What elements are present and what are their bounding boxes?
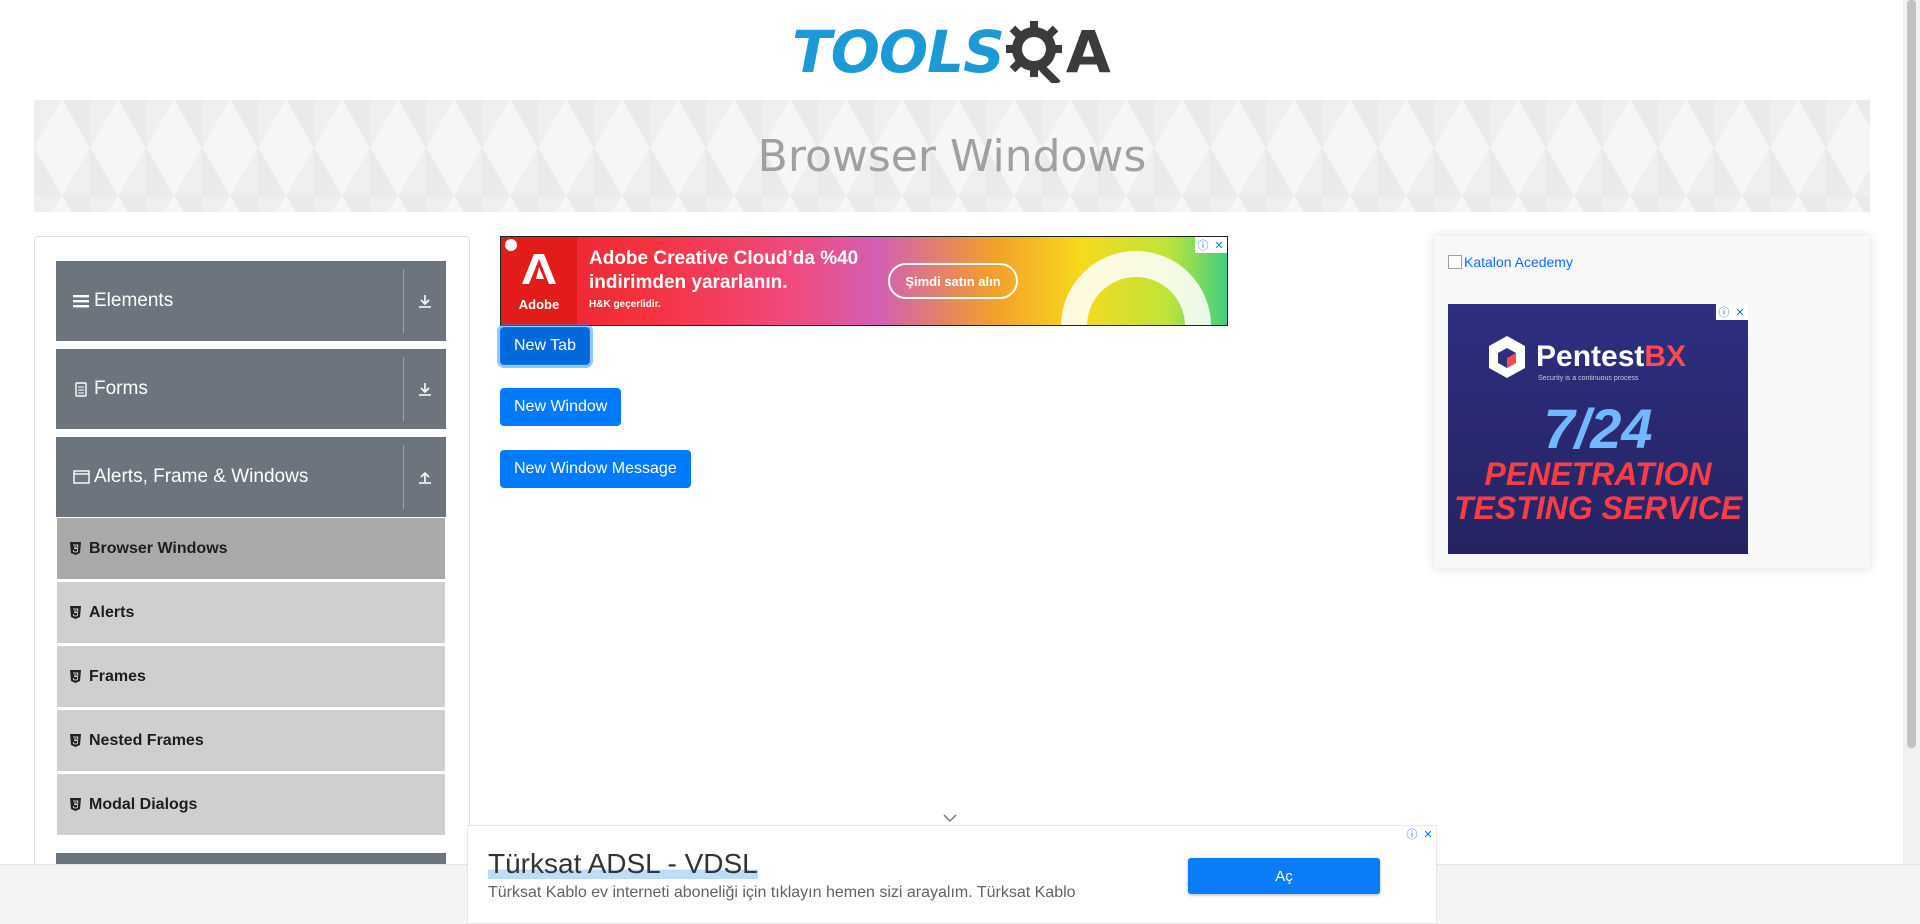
turksat-open-button[interactable]: Aç bbox=[1188, 858, 1380, 894]
turksat-ad-title: Türksat ADSL - VDSL bbox=[488, 848, 758, 880]
html5-icon bbox=[70, 542, 81, 555]
toolsqa-logo[interactable]: TOOLS A bbox=[792, 14, 1114, 90]
sidebar-group-label: Alerts, Frame & Windows bbox=[94, 466, 309, 487]
upload-arrow-icon[interactable] bbox=[404, 437, 446, 517]
ad-headline: Adobe Creative Cloud’da %40 indirimden y… bbox=[589, 247, 858, 295]
ad-controls: ⓘ ✕ bbox=[1404, 826, 1436, 842]
new-tab-button[interactable]: New Tab bbox=[500, 327, 590, 365]
adobe-a-icon bbox=[522, 253, 556, 291]
turksat-ad-description: Türksat Kablo ev interneti aboneliği içi… bbox=[488, 884, 1076, 901]
sidebar-group-label: Forms bbox=[94, 378, 148, 399]
sidebar-item-label: Modal Dialogs bbox=[89, 795, 198, 813]
gear-magnifier-icon bbox=[1005, 21, 1068, 87]
turksat-ad[interactable]: Türksat ADSL - VDSL Türksat Kablo ev int… bbox=[467, 825, 1437, 924]
sidebar-group-elements[interactable]: Elements bbox=[56, 261, 446, 341]
sidebar-item-modal-dialogs[interactable]: Modal Dialogs bbox=[57, 774, 445, 836]
ad-close-icon[interactable]: ✕ bbox=[1732, 304, 1748, 320]
pentest-big-text: 7/24 bbox=[1543, 397, 1653, 460]
ad-controls: ⓘ ✕ bbox=[1195, 237, 1227, 253]
html5-icon bbox=[70, 606, 81, 619]
html5-icon bbox=[70, 734, 81, 747]
sidebar-item-label: Nested Frames bbox=[89, 731, 204, 749]
new-window-message-button[interactable]: New Window Message bbox=[500, 450, 691, 488]
html5-icon bbox=[70, 798, 81, 811]
sidebar-group-alerts-frame-windows[interactable]: Alerts, Frame & Windows bbox=[56, 437, 446, 517]
pentest-tagline: Security is a continuous process bbox=[1538, 375, 1639, 382]
download-arrow-icon[interactable] bbox=[404, 261, 446, 341]
ad-info-icon[interactable]: ⓘ bbox=[1716, 304, 1732, 320]
sidebar-group-label: Elements bbox=[94, 290, 174, 311]
ad-close-icon[interactable]: ✕ bbox=[1211, 237, 1227, 253]
ad-disclaimer: H&K geçerlidir. bbox=[589, 299, 661, 310]
sidebar-item-alerts[interactable]: Alerts bbox=[57, 582, 445, 644]
pentest-brand: PentestBX bbox=[1486, 334, 1686, 380]
sidebar-item-label: Browser Windows bbox=[89, 539, 228, 557]
pentest-ad[interactable]: ⓘ ✕ PentestBX Security is a continuous p… bbox=[1448, 304, 1748, 554]
ad-headline-line-2: indirimden yararlanın. bbox=[589, 272, 788, 293]
sidebar-item-frames[interactable]: Frames bbox=[57, 646, 445, 708]
katalon-academy-link[interactable]: Katalon Acedemy bbox=[1448, 254, 1573, 270]
creative-cloud-icon bbox=[1061, 251, 1211, 325]
hamburger-icon bbox=[72, 294, 90, 308]
scrollbar-thumb[interactable] bbox=[1907, 0, 1916, 748]
vertical-scrollbar[interactable] bbox=[1903, 0, 1920, 864]
html5-icon bbox=[70, 670, 81, 683]
pentest-line-2: TESTING SERVICE bbox=[1453, 490, 1743, 526]
window-icon bbox=[72, 470, 90, 484]
pentest-cube-icon bbox=[1486, 334, 1528, 380]
sidebar-item-browser-windows[interactable]: Browser Windows bbox=[57, 518, 445, 580]
katalon-alt-text: Katalon Acedemy bbox=[1464, 254, 1573, 270]
download-arrow-icon[interactable] bbox=[404, 349, 446, 429]
sidebar-item-label: Frames bbox=[89, 667, 146, 685]
ad-close-icon[interactable]: ✕ bbox=[1420, 826, 1436, 842]
turksat-ad-title-text: Türksat ADSL - VDSL bbox=[488, 848, 758, 879]
ad-info-icon[interactable]: ⓘ bbox=[1195, 237, 1211, 253]
pentest-name-2: BX bbox=[1644, 340, 1687, 373]
form-icon bbox=[72, 381, 90, 397]
pentest-line-1: PENETRATION bbox=[1484, 456, 1712, 492]
page-banner: Browser Windows bbox=[34, 100, 1870, 212]
ad-badge-icon bbox=[505, 239, 517, 251]
chevron-down-icon[interactable] bbox=[943, 810, 957, 823]
ad-headline-line-1: Adobe Creative Cloud’da %40 bbox=[589, 248, 859, 269]
logo-a-text: A bbox=[1065, 18, 1111, 86]
adobe-logo-word: Adobe bbox=[518, 296, 560, 312]
adobe-ad-banner[interactable]: Adobe Adobe Creative Cloud’da %40 indiri… bbox=[500, 236, 1228, 326]
left-sidebar: Elements Forms Alerts, Frame & Windows B… bbox=[34, 236, 470, 924]
ad-controls: ⓘ ✕ bbox=[1716, 304, 1748, 320]
new-window-button[interactable]: New Window bbox=[500, 388, 622, 426]
sidebar-item-label: Alerts bbox=[89, 603, 135, 621]
page-title: Browser Windows bbox=[757, 130, 1147, 182]
sidebar-item-nested-frames[interactable]: Nested Frames bbox=[57, 710, 445, 772]
logo-tools-text: TOOLS bbox=[792, 18, 1005, 86]
ad-cta-button[interactable]: Şimdi satın alın bbox=[888, 263, 1018, 299]
broken-image-icon bbox=[1448, 255, 1462, 269]
ad-info-icon[interactable]: ⓘ bbox=[1404, 826, 1420, 842]
right-ad-card: Katalon Acedemy ⓘ ✕ PentestBX Security i… bbox=[1434, 236, 1870, 568]
pentest-name: PentestBX bbox=[1536, 340, 1686, 374]
sidebar-group-forms[interactable]: Forms bbox=[56, 349, 446, 429]
pentest-name-1: Pentest bbox=[1536, 340, 1645, 373]
